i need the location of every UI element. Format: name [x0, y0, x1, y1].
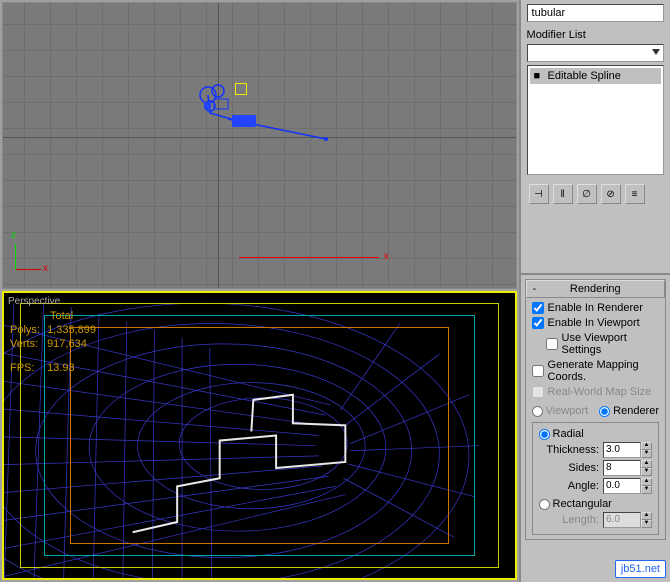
angle-spinner[interactable]: 0.0▲▼: [603, 478, 652, 494]
stack-item-editable-spline[interactable]: ■ Editable Spline: [530, 68, 661, 84]
generate-mapping-checkbox[interactable]: Generate Mapping Coords.: [532, 359, 659, 383]
expand-icon[interactable]: ■: [534, 70, 544, 82]
modifier-stack[interactable]: ■ Editable Spline: [527, 65, 664, 175]
viewport-perspective[interactable]: Perspective Total Polys: 1,335,899 Verts…: [2, 291, 517, 580]
thickness-spinner[interactable]: 3.0▲▼: [603, 442, 652, 458]
length-spinner: 6.0▲▼: [603, 512, 652, 528]
axis-gizmo: x z: [15, 236, 49, 270]
renderer-radio[interactable]: [599, 406, 610, 417]
x-axis-ruler: [239, 257, 379, 258]
collapse-icon: -: [533, 283, 537, 295]
radial-radio[interactable]: Radial: [539, 428, 652, 440]
viewport-radio[interactable]: [532, 406, 543, 417]
viewport-renderer-radio-group: Viewport Renderer: [532, 405, 659, 417]
angle-row: Angle: 0.0▲▼: [539, 478, 652, 494]
spline-object[interactable]: [188, 83, 328, 143]
viewport-area: x z Perspective: [0, 0, 519, 582]
configure-sets-icon[interactable]: ≡: [625, 184, 645, 204]
grid-background: [3, 3, 516, 288]
real-world-map-checkbox: Real-World Map Size: [532, 386, 659, 398]
command-panel: tubular Modifier List ■ Editable Spline …: [519, 0, 670, 582]
length-row: Length: 6.0▲▼: [539, 512, 652, 528]
sides-row: Sides: 8▲▼: [539, 460, 652, 476]
enable-renderer-checkbox[interactable]: Enable In Renderer: [532, 302, 659, 314]
use-viewport-settings-checkbox[interactable]: Use Viewport Settings: [546, 332, 659, 356]
pin-stack-icon[interactable]: ⊣: [529, 184, 549, 204]
viewport-stats: Total Polys: 1,335,899 Verts: 917,634 FP…: [10, 309, 96, 375]
sides-spinner[interactable]: 8▲▼: [603, 460, 652, 476]
rollout-title: Rendering: [570, 283, 621, 295]
show-end-result-icon[interactable]: ‖: [553, 184, 573, 204]
rendering-rollout: - Rendering Enable In Renderer Enable In…: [525, 279, 666, 540]
make-unique-icon[interactable]: ∅: [577, 184, 597, 204]
axis-vertical: [218, 3, 219, 288]
rendering-rollout-header[interactable]: - Rendering: [526, 280, 665, 298]
enable-viewport-checkbox[interactable]: Enable In Viewport: [532, 317, 659, 329]
remove-modifier-icon[interactable]: ⊘: [601, 184, 621, 204]
viewport-label: Perspective: [8, 296, 60, 307]
modifier-list-dropdown[interactable]: [527, 44, 664, 62]
watermark: jb51.net: [615, 560, 666, 578]
object-name-field[interactable]: tubular: [527, 4, 664, 22]
thickness-row: Thickness: 3.0▲▼: [539, 442, 652, 458]
viewport-top[interactable]: x z: [2, 2, 517, 289]
rectangular-radio[interactable]: Rectangular: [539, 498, 652, 510]
modifier-list-label: Modifier List: [527, 29, 664, 41]
radial-rectangular-group: Radial Thickness: 3.0▲▼ Sides: 8▲▼ Angle…: [532, 422, 659, 535]
stack-item-label: Editable Spline: [548, 70, 621, 82]
stack-toolbar: ⊣ ‖ ∅ ⊘ ≡: [527, 182, 664, 206]
